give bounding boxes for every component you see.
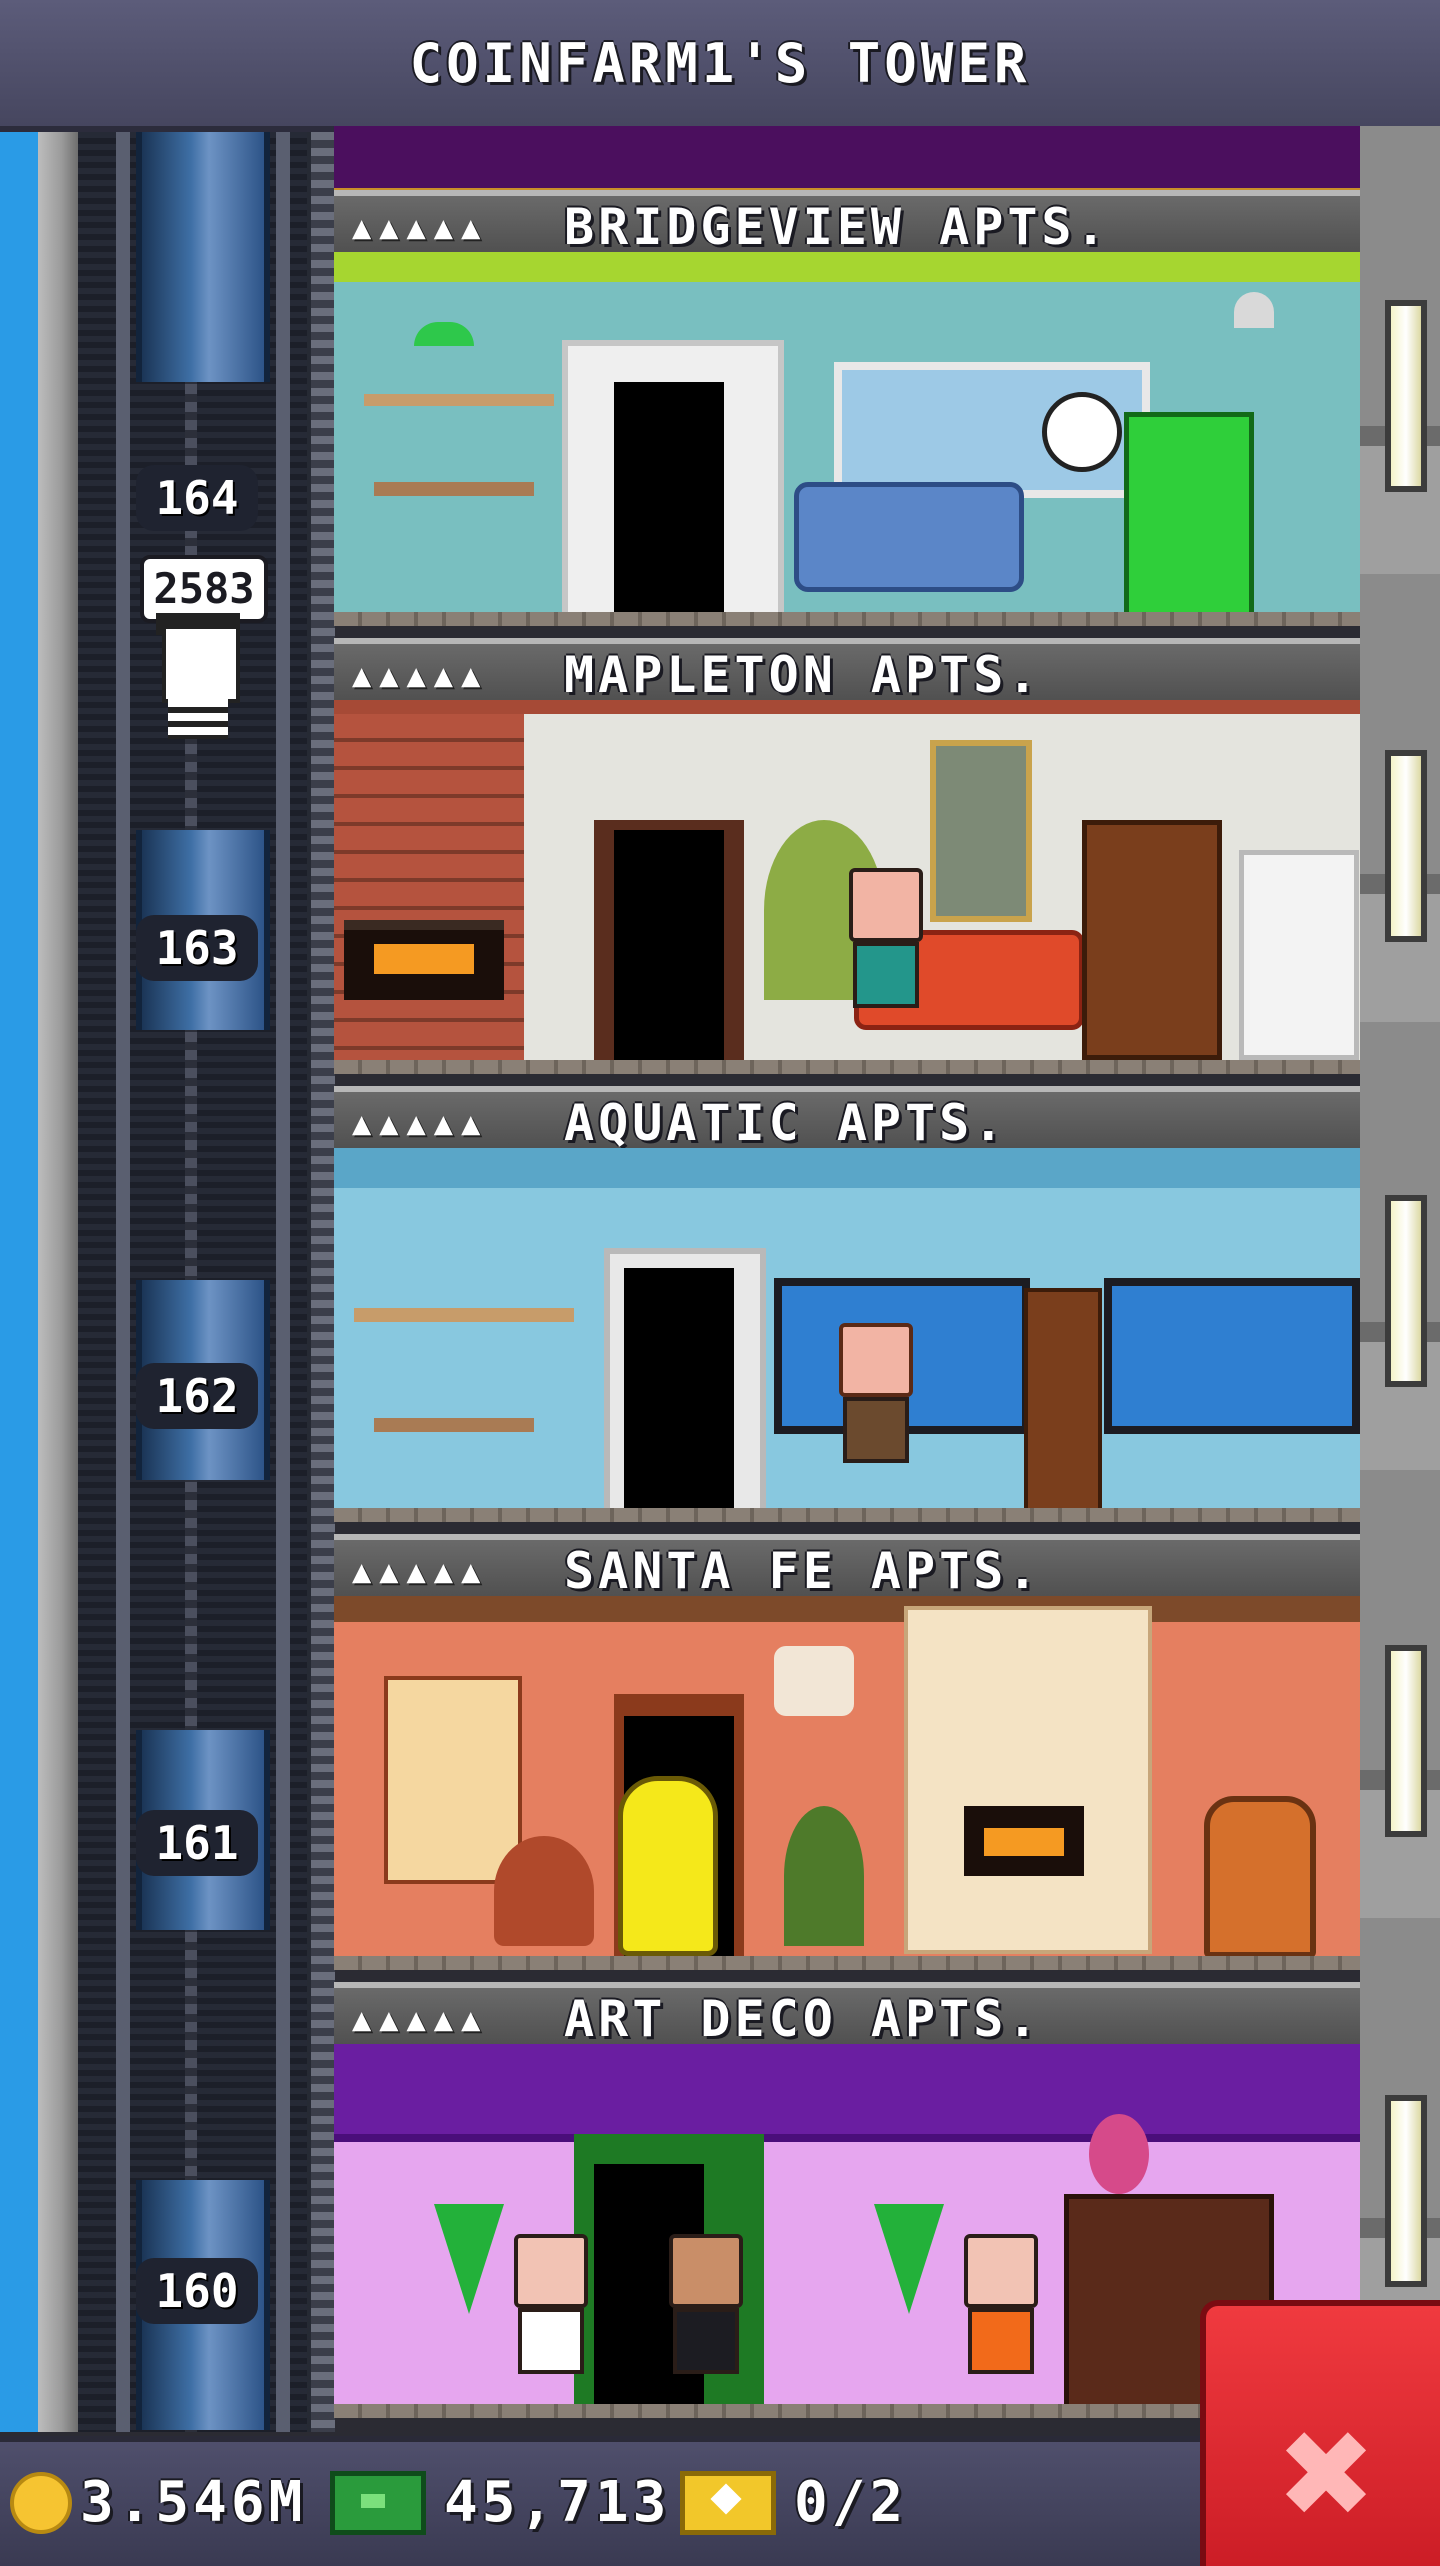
floor-rating-stars: ▲▲▲▲▲ [352,1552,489,1590]
fire [374,944,474,974]
top-bar: COINFARM1'S TOWER [0,0,1440,132]
floorboard [334,1060,1360,1074]
floor-name: BRIDGEVIEW APTS. [564,198,1110,256]
floorboard [334,1508,1360,1522]
clock-icon [1042,392,1122,472]
ceiling-band [334,2044,1360,2142]
floor-rating-stars: ▲▲▲▲▲ [352,1104,489,1142]
cow-skull-icon [774,1646,854,1716]
cabinet [1024,1288,1102,1516]
coins-counter[interactable]: 3.546M [10,2470,306,2535]
floorboard [334,1956,1360,1970]
close-icon: ✖ [1275,2406,1377,2545]
potted-plant [784,1806,864,1946]
right-wall-window [1385,750,1427,942]
refrigerator [1239,850,1359,1060]
right-wall-window [1385,300,1427,492]
tower-title: COINFARM1'S TOWER [409,31,1031,95]
armchair [1204,1796,1316,1958]
floor-name: SANTA FE APTS. [564,1542,1042,1600]
room-interior [334,1596,1360,1970]
floor-bridgeview[interactable]: ▲▲▲▲▲ BRIDGEVIEW APTS. [334,190,1360,638]
bux-counter[interactable]: 45,713 [330,2470,670,2535]
ceiling-lamp [1234,292,1274,328]
floor-name: MAPLETON APTS. [564,646,1042,704]
bitizen-resident[interactable] [849,868,923,1008]
close-button[interactable]: ✖ [1200,2300,1440,2566]
floor-above-partial [334,126,1360,196]
passenger-shirt [168,699,228,739]
floor-aquatic[interactable]: ▲▲▲▲▲ AQUATIC APTS. [334,1086,1360,1534]
ceiling-beams [334,1596,1360,1622]
floor-number-162: 162 [136,1363,258,1429]
coin-icon [10,2471,72,2534]
bitizen-resident[interactable] [669,2234,743,2374]
rug-wall-hanging [384,1676,522,1884]
room-interior [334,1148,1360,1522]
brick-fireplace-wall [334,714,524,1060]
aquarium [1104,1278,1360,1434]
flower-vase [1089,2114,1149,2194]
coins-value: 3.546M [80,2470,307,2535]
shaft-segment [136,132,270,382]
sky-strip [0,132,38,2432]
clay-pot [494,1836,594,1946]
sofa [794,482,1024,592]
ticket-icon [680,2470,776,2535]
floor-name: AQUATIC APTS. [564,1094,1008,1152]
ceiling-trim [334,1148,1360,1188]
wall-painting [930,740,1032,922]
floor-number-160: 160 [136,2258,258,2324]
bookshelf [1082,820,1222,1060]
tickets-value: 0/2 [794,2470,908,2535]
right-wall-window [1385,1195,1427,1387]
elevator-car[interactable]: 2583 [120,455,280,785]
right-wall-window [1385,1645,1427,1837]
door[interactable] [614,382,724,612]
tower-floors: ▲▲▲▲▲ BRIDGEVIEW APTS. ▲▲▲▲▲ MAPLETON AP… [334,126,1360,2436]
fire [984,1828,1064,1856]
ceiling-trim [334,700,1360,714]
dining-table [374,1418,534,1432]
floor-rating-stars: ▲▲▲▲▲ [352,208,489,246]
room-interior [334,252,1360,626]
kiva-fireplace [904,1606,1152,1954]
tower-outer-wall [38,132,78,2432]
floor-name: ART DECO APTS. [564,1990,1042,2048]
bitizen-resident[interactable] [514,2234,588,2374]
bux-value: 45,713 [444,2470,671,2535]
bitizen-resident[interactable] [839,1323,913,1463]
elevator-passenger[interactable] [162,625,240,703]
door[interactable] [624,1268,734,1508]
refrigerator [1124,412,1254,622]
hanging-lamp [414,322,474,346]
door[interactable] [614,830,724,1060]
floorboard [334,612,1360,626]
deco-arrow [874,2204,944,2314]
shelf [354,1308,574,1322]
floor-number-163: 163 [136,915,258,981]
hazmat-bitizen[interactable] [618,1776,718,1956]
ceiling-trim [334,252,1360,282]
shaft-ladder [307,132,335,2432]
shelf [364,394,554,406]
floor-santa-fe[interactable]: ▲▲▲▲▲ SANTA FE APTS. [334,1534,1360,1982]
bitizen-resident[interactable] [964,2234,1038,2374]
dining-table [374,482,534,496]
floor-number-161: 161 [136,1810,258,1876]
floor-mapleton[interactable]: ▲▲▲▲▲ MAPLETON APTS. [334,638,1360,1086]
bux-icon [330,2470,426,2535]
room-interior [334,700,1360,1074]
floor-rating-stars: ▲▲▲▲▲ [352,656,489,694]
tickets-counter[interactable]: 0/2 [680,2470,907,2535]
floor-rating-stars: ▲▲▲▲▲ [352,2000,489,2038]
deco-arrow [434,2204,504,2314]
right-wall-window [1385,2095,1427,2287]
